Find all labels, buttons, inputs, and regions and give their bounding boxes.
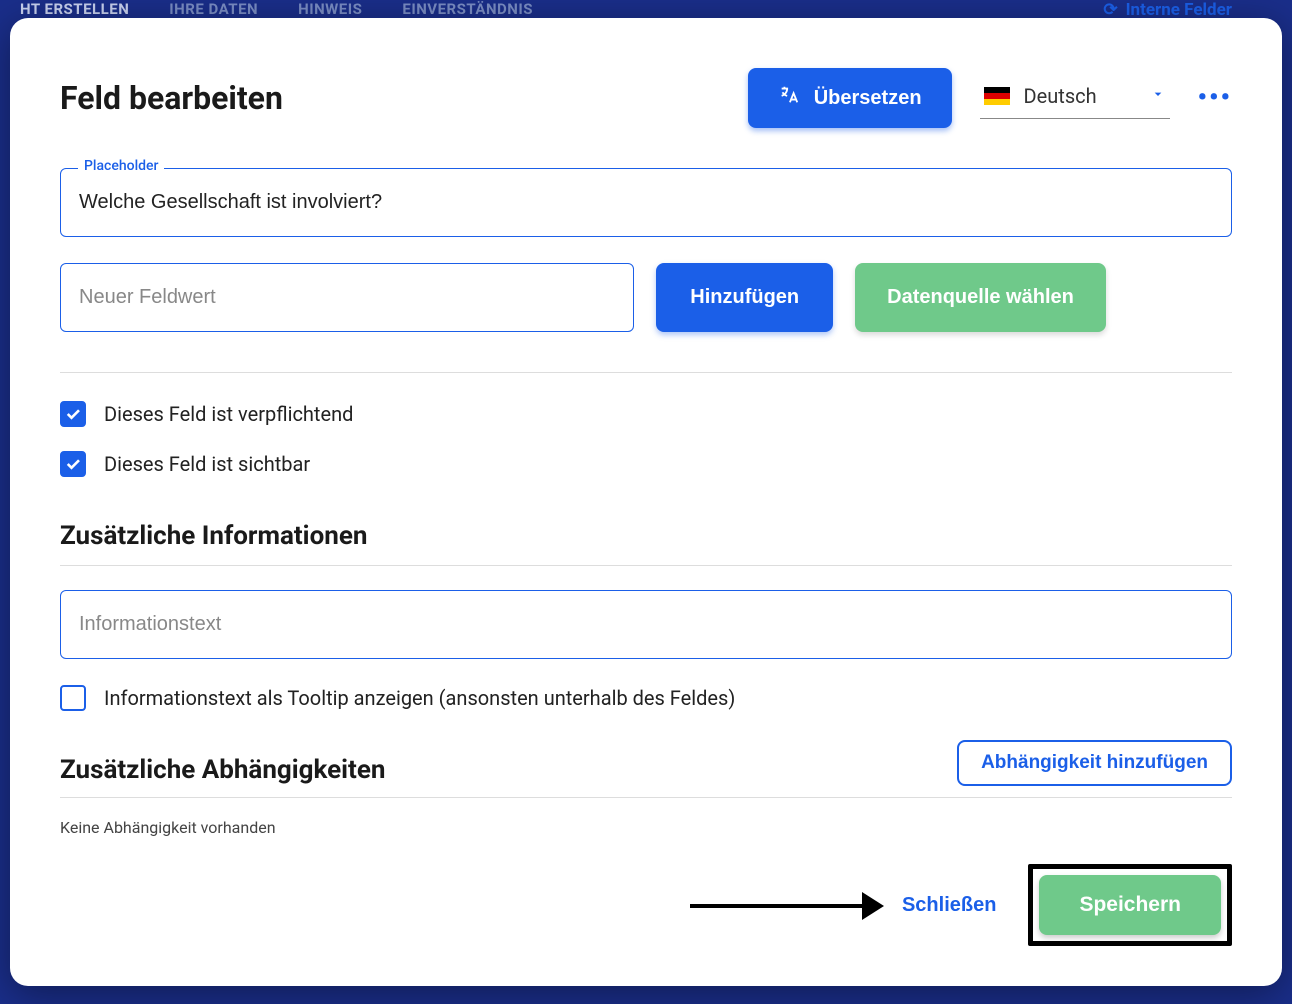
annotation-arrow-icon	[690, 900, 890, 910]
flag-de-icon	[984, 87, 1010, 105]
tooltip-checkbox[interactable]	[60, 685, 86, 711]
dependencies-empty-text: Keine Abhängigkeit vorhanden	[60, 818, 1232, 837]
internal-fields-label: Interne Felder	[1126, 0, 1232, 20]
annotation-highlight-box: Speichern	[1028, 864, 1232, 946]
tooltip-label: Informationstext als Tooltip anzeigen (a…	[104, 686, 735, 710]
more-menu-icon[interactable]: •••	[1198, 83, 1232, 113]
additional-info-header: Zusätzliche Informationen	[60, 501, 1232, 566]
required-label: Dieses Feld ist verpflichtend	[104, 402, 353, 426]
language-select[interactable]: Deutsch	[980, 78, 1170, 119]
bg-nav-item: HT ERSTELLEN	[20, 0, 129, 18]
chevron-down-icon	[1150, 86, 1166, 106]
close-button[interactable]: Schließen	[902, 894, 996, 917]
translate-icon	[778, 84, 800, 112]
language-label: Deutsch	[1024, 84, 1097, 108]
add-dependency-button[interactable]: Abhängigkeit hinzufügen	[957, 740, 1232, 786]
modal-header: Feld bearbeiten Übersetzen Deutsch •••	[60, 68, 1232, 128]
background-right-label: ⟳ Interne Felder	[1103, 0, 1232, 20]
placeholder-input[interactable]	[60, 168, 1232, 237]
new-value-row: Hinzufügen Datenquelle wählen	[60, 263, 1232, 332]
additional-info-title: Zusätzliche Informationen	[60, 521, 367, 551]
visible-label: Dieses Feld ist sichtbar	[104, 452, 310, 476]
required-checkbox[interactable]	[60, 401, 86, 427]
dependencies-title: Zusätzliche Abhängigkeiten	[60, 755, 385, 785]
choose-datasource-button[interactable]: Datenquelle wählen	[855, 263, 1106, 332]
modal-footer: Schließen Speichern	[690, 864, 1232, 946]
infotext-input[interactable]	[60, 590, 1232, 659]
dependencies-header: Zusätzliche Abhängigkeiten Abhängigkeit …	[60, 735, 1232, 798]
translate-label: Übersetzen	[814, 87, 922, 110]
save-button[interactable]: Speichern	[1039, 875, 1221, 935]
visible-check-row: Dieses Feld ist sichtbar	[60, 451, 1232, 477]
bg-nav-item: HINWEIS	[298, 0, 362, 18]
infotext-field-group	[60, 590, 1232, 659]
bg-nav-item: EINVERSTÄNDNIS	[402, 0, 533, 18]
placeholder-field-group: Placeholder	[60, 168, 1232, 237]
placeholder-label: Placeholder	[78, 158, 164, 174]
required-check-row: Dieses Feld ist verpflichtend	[60, 401, 1232, 427]
sync-icon: ⟳	[1103, 0, 1117, 20]
tooltip-check-row: Informationstext als Tooltip anzeigen (a…	[60, 685, 1232, 711]
edit-field-modal: Feld bearbeiten Übersetzen Deutsch •••	[10, 18, 1282, 986]
bg-nav-item: IHRE DATEN	[169, 0, 258, 18]
translate-button[interactable]: Übersetzen	[748, 68, 952, 128]
visible-checkbox[interactable]	[60, 451, 86, 477]
modal-header-actions: Übersetzen Deutsch •••	[748, 68, 1232, 128]
modal-title: Feld bearbeiten	[60, 79, 283, 117]
divider	[60, 372, 1232, 373]
new-field-value-input[interactable]	[60, 263, 634, 332]
background-nav: HT ERSTELLEN IHRE DATEN HINWEIS EINVERST…	[0, 0, 1292, 18]
add-button[interactable]: Hinzufügen	[656, 263, 833, 332]
